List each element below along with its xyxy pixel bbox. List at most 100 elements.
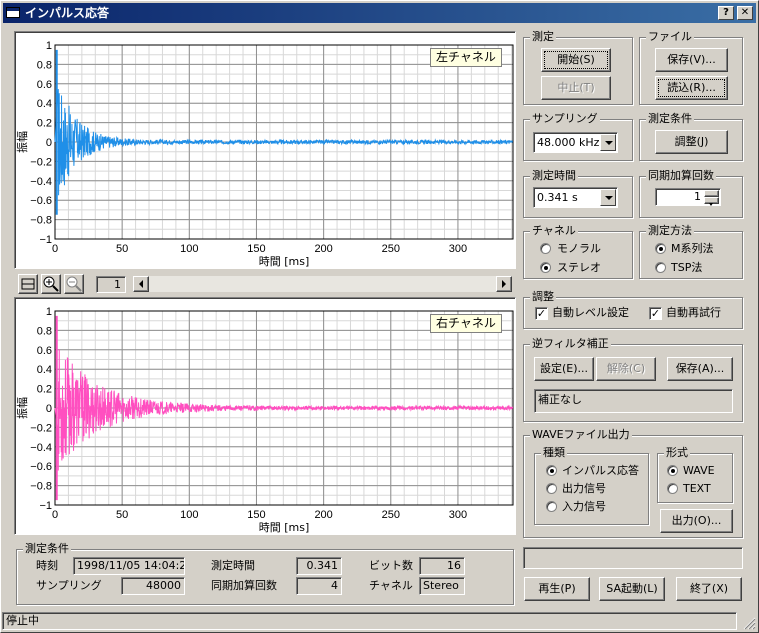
stop-button[interactable]: 中止(T): [541, 76, 611, 100]
y-axis-label: 振幅: [15, 131, 29, 153]
resize-grip-icon[interactable]: [742, 616, 756, 630]
inverse-filter-group-label: 逆フィルタ補正: [530, 337, 611, 351]
y-tick-label: −0.8: [30, 215, 52, 227]
auto-level-checkbox[interactable]: ✓: [535, 307, 548, 320]
zoom-in-button[interactable]: [41, 274, 61, 294]
chevron-down-icon[interactable]: [600, 189, 616, 206]
summary-duration-value: 0.341: [296, 557, 342, 575]
filter-release-button[interactable]: 解除(C): [596, 357, 656, 381]
start-button[interactable]: 開始(S): [541, 48, 611, 72]
summary-duration-label: 測定時間: [211, 559, 255, 572]
measure-time-group-label: 測定時間: [530, 169, 578, 183]
x-tick-label: 200: [314, 509, 332, 521]
y-tick-label: −0.2: [30, 422, 52, 434]
kind-output-label[interactable]: 出力信号: [562, 482, 606, 496]
page-number-field[interactable]: 1: [96, 276, 126, 293]
format-text-radio[interactable]: [667, 483, 678, 494]
adjust-group-label: 調整: [530, 290, 556, 304]
method-mseq-label[interactable]: M系列法: [671, 242, 714, 256]
filter-set-button[interactable]: 設定(E)...: [534, 357, 594, 381]
x-tick-label: 300: [449, 243, 467, 255]
measure-group-label: 測定: [530, 30, 556, 44]
right-channel-caption: 右チャネル: [430, 314, 502, 333]
play-button[interactable]: 再生(P): [524, 577, 590, 601]
sa-launch-button[interactable]: SA起動(L): [599, 577, 665, 601]
y-tick-label: −0.4: [30, 442, 52, 454]
exit-button[interactable]: 終了(X): [676, 577, 742, 601]
kind-input-radio[interactable]: [546, 501, 557, 512]
method-group-label: 測定方法: [646, 224, 694, 238]
fit-width-button[interactable]: [18, 274, 38, 294]
summary-channel-label: チャネル: [369, 579, 413, 592]
left-channel-plot-panel: 1 0.8 0.6 0.4 0.2 0 −0.2 −0.4 −0.6 −0.8 −1 0 50 100 15…: [14, 31, 516, 269]
measure-time-select[interactable]: 0.341 s: [533, 187, 618, 208]
channel-stereo-radio[interactable]: [540, 262, 551, 273]
scroll-right-button[interactable]: [496, 276, 512, 292]
channel-stereo-label[interactable]: ステレオ: [557, 261, 601, 275]
adjust-button[interactable]: 調整(J): [655, 130, 728, 154]
zoom-out-icon: [66, 276, 82, 292]
progress-field: [523, 547, 743, 569]
kind-output-radio[interactable]: [546, 483, 557, 494]
channel-mono-radio[interactable]: [540, 243, 551, 254]
left-channel-caption: 左チャネル: [430, 48, 502, 67]
x-tick-label: 150: [247, 243, 265, 255]
format-text-label[interactable]: TEXT: [683, 482, 711, 496]
auto-retry-label[interactable]: 自動再試行: [666, 306, 721, 320]
y-tick-label: 1: [46, 306, 52, 318]
summary-bits-label: ビット数: [369, 559, 413, 572]
y-tick-label: 0.2: [37, 118, 52, 130]
y-tick-label: 0.6: [37, 345, 52, 357]
help-button[interactable]: ?: [718, 6, 734, 20]
title-bar[interactable]: インパルス応答 ? ✕: [3, 3, 756, 23]
wave-output-button[interactable]: 出力(O)...: [660, 509, 733, 533]
x-tick-label: 250: [382, 243, 400, 255]
kind-input-label[interactable]: 入力信号: [562, 500, 606, 514]
chevron-down-icon[interactable]: [600, 134, 616, 151]
y-tick-label: 0.4: [37, 364, 52, 376]
spin-up-button[interactable]: [704, 190, 719, 200]
y-tick-label: 0.2: [37, 384, 52, 396]
summary-sampling-value: 48000: [121, 577, 185, 595]
x-tick-label: 100: [180, 243, 198, 255]
zoom-out-button[interactable]: [64, 274, 84, 294]
file-save-button[interactable]: 保存(V)...: [655, 48, 728, 72]
scroll-left-button[interactable]: [133, 276, 149, 292]
caret-down-icon: [709, 203, 713, 206]
auto-retry-checkbox[interactable]: ✓: [649, 307, 662, 320]
kind-impulse-label[interactable]: インパルス応答: [562, 464, 639, 478]
y-tick-label: −1: [39, 500, 52, 512]
file-load-button[interactable]: 読込(R)...: [655, 76, 728, 100]
auto-level-label[interactable]: 自動レベル設定: [552, 306, 629, 320]
measure-time-value: 0.341 s: [537, 191, 578, 204]
method-tsp-label[interactable]: TSP法: [671, 261, 702, 275]
sampling-group-label: サンプリング: [530, 112, 600, 126]
sync-avg-spinner[interactable]: 1: [655, 188, 721, 206]
x-tick-label: 50: [116, 243, 128, 255]
method-tsp-radio[interactable]: [655, 262, 666, 273]
summary-bits-value: 16: [419, 557, 465, 575]
file-group-label: ファイル: [646, 30, 694, 44]
sampling-rate-select[interactable]: 48.000 kHz: [533, 132, 618, 153]
x-tick-label: 250: [382, 509, 400, 521]
close-button[interactable]: ✕: [737, 6, 753, 20]
x-tick-label: 0: [52, 243, 58, 255]
format-wave-label[interactable]: WAVE: [683, 464, 715, 478]
horizontal-scrollbar[interactable]: [132, 275, 513, 293]
spin-down-button[interactable]: [704, 197, 719, 206]
filter-save-button[interactable]: 保存(A)...: [667, 357, 733, 381]
x-tick-label: 200: [314, 243, 332, 255]
kind-impulse-radio[interactable]: [546, 465, 557, 476]
y-tick-label: 1: [46, 40, 52, 52]
x-tick-label: 0: [52, 509, 58, 521]
arrow-right-icon: [502, 280, 506, 288]
impulse-response-window: インパルス応答 ? ✕ 1 0.8 0.6 0.4 0.2 0 −0.2 −0.4 −0.6 −0…: [0, 0, 759, 633]
y-tick-label: −0.8: [30, 481, 52, 493]
format-wave-radio[interactable]: [667, 465, 678, 476]
method-mseq-radio[interactable]: [655, 243, 666, 254]
channel-group-label: チャネル: [530, 224, 578, 238]
filter-status-field: 補正なし: [534, 389, 733, 413]
y-tick-label: −0.4: [30, 176, 52, 188]
channel-mono-label[interactable]: モノラル: [557, 242, 601, 256]
sync-avg-value: 1: [694, 190, 701, 203]
